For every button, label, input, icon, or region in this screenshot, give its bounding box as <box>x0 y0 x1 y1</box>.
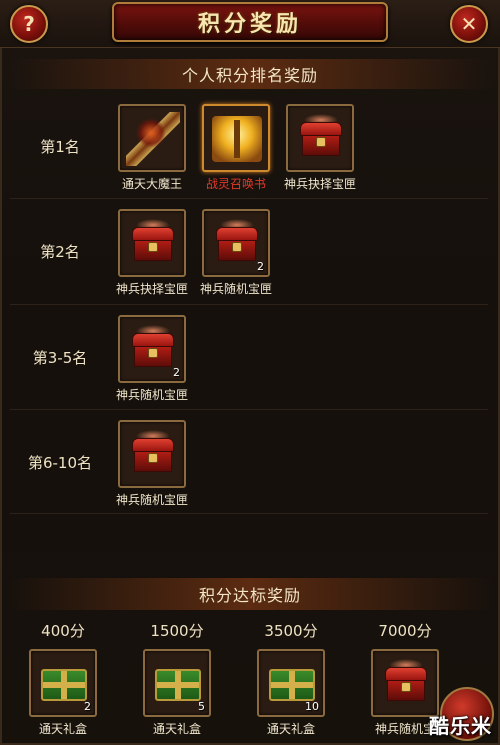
milestone-item[interactable]: 1500分 5 通天礼盒 <box>122 620 232 737</box>
item-slot[interactable]: 10 <box>257 649 325 717</box>
chest-icon <box>385 659 427 701</box>
item-slot[interactable] <box>286 104 354 172</box>
item-name: 神兵抉择宝匣 <box>283 177 356 191</box>
section-title: 积分达标奖励 <box>198 586 301 605</box>
milestone-item[interactable]: 400分 2 通天礼盒 <box>8 620 118 737</box>
rank-row-2: 第2名 神兵抉择宝匣 2 神兵随机宝匣 <box>10 199 488 305</box>
item-count: 5 <box>198 700 205 713</box>
green-giftbox-icon <box>269 669 315 701</box>
reward-item[interactable]: 通天大魔王 <box>104 104 200 192</box>
item-count: 10 <box>305 700 319 713</box>
book-icon <box>212 116 262 162</box>
rank-row-6-10: 第6-10名 神兵随机宝匣 <box>10 410 488 514</box>
points-label: 7000分 <box>378 622 432 640</box>
item-slot[interactable] <box>202 104 270 172</box>
reward-item[interactable]: 神兵随机宝匣 <box>104 420 200 508</box>
chest-icon <box>132 219 174 261</box>
chest-icon <box>132 430 174 472</box>
help-icon: ? <box>23 12 35 36</box>
reward-item[interactable]: 神兵抉择宝匣 <box>104 209 200 297</box>
item-count: 2 <box>257 260 264 273</box>
item-name: 通天大魔王 <box>121 177 182 191</box>
chest-icon <box>132 325 174 367</box>
reward-item[interactable]: 2 神兵随机宝匣 <box>104 315 200 403</box>
rank-row-1: 第1名 通天大魔王 战灵召唤书 神兵抉择宝匣 <box>10 94 488 199</box>
item-name: 神兵随机宝匣 <box>115 388 188 402</box>
rank-label: 第1名 <box>40 138 80 156</box>
green-giftbox-icon <box>155 669 201 701</box>
points-label: 400分 <box>41 622 85 640</box>
item-slot[interactable] <box>118 420 186 488</box>
item-slot[interactable] <box>118 209 186 277</box>
item-slot[interactable]: 5 <box>143 649 211 717</box>
reward-item[interactable]: 神兵抉择宝匣 <box>272 104 368 192</box>
rank-label: 第3-5名 <box>32 349 88 367</box>
item-name: 神兵抉择宝匣 <box>115 282 188 296</box>
reward-item[interactable]: 2 神兵随机宝匣 <box>188 209 284 297</box>
item-name: 神兵随机宝匣 <box>115 493 188 507</box>
watermark: 酷乐米 <box>429 714 492 738</box>
item-name: 战灵召唤书 <box>205 177 266 191</box>
reward-item[interactable]: 战灵召唤书 <box>188 104 284 192</box>
weapon-icon <box>126 112 180 166</box>
item-name: 通天礼盒 <box>152 722 201 736</box>
points-label: 3500分 <box>264 622 318 640</box>
item-slot[interactable] <box>118 104 186 172</box>
close-icon: ✕ <box>460 12 478 36</box>
milestone-header: 积分达标奖励 <box>8 578 492 610</box>
chest-icon <box>300 114 342 156</box>
rank-label: 第2名 <box>40 243 80 261</box>
title-plate: 积分奖励 <box>112 2 388 42</box>
header-bar: ? 积分奖励 ✕ <box>0 0 500 48</box>
personal-ranking-header: 个人积分排名奖励 <box>8 59 492 89</box>
item-slot[interactable]: 2 <box>118 315 186 383</box>
rank-row-3-5: 第3-5名 2 神兵随机宝匣 <box>10 305 488 410</box>
item-name: 通天礼盒 <box>266 722 315 736</box>
points-label: 1500分 <box>150 622 204 640</box>
item-name: 通天礼盒 <box>38 722 87 736</box>
chest-icon <box>216 219 258 261</box>
page-title: 积分奖励 <box>197 11 302 37</box>
item-name: 神兵随机宝匣 <box>199 282 272 296</box>
green-giftbox-icon <box>41 669 87 701</box>
milestone-item[interactable]: 3500分 10 通天礼盒 <box>236 620 346 737</box>
section-title: 个人积分排名奖励 <box>181 66 318 85</box>
close-button[interactable]: ✕ <box>450 5 488 43</box>
item-count: 2 <box>84 700 91 713</box>
item-count: 2 <box>173 366 180 379</box>
item-slot[interactable]: 2 <box>202 209 270 277</box>
help-button[interactable]: ? <box>10 5 48 43</box>
item-slot[interactable] <box>371 649 439 717</box>
rank-label: 第6-10名 <box>27 454 93 472</box>
item-slot[interactable]: 2 <box>29 649 97 717</box>
